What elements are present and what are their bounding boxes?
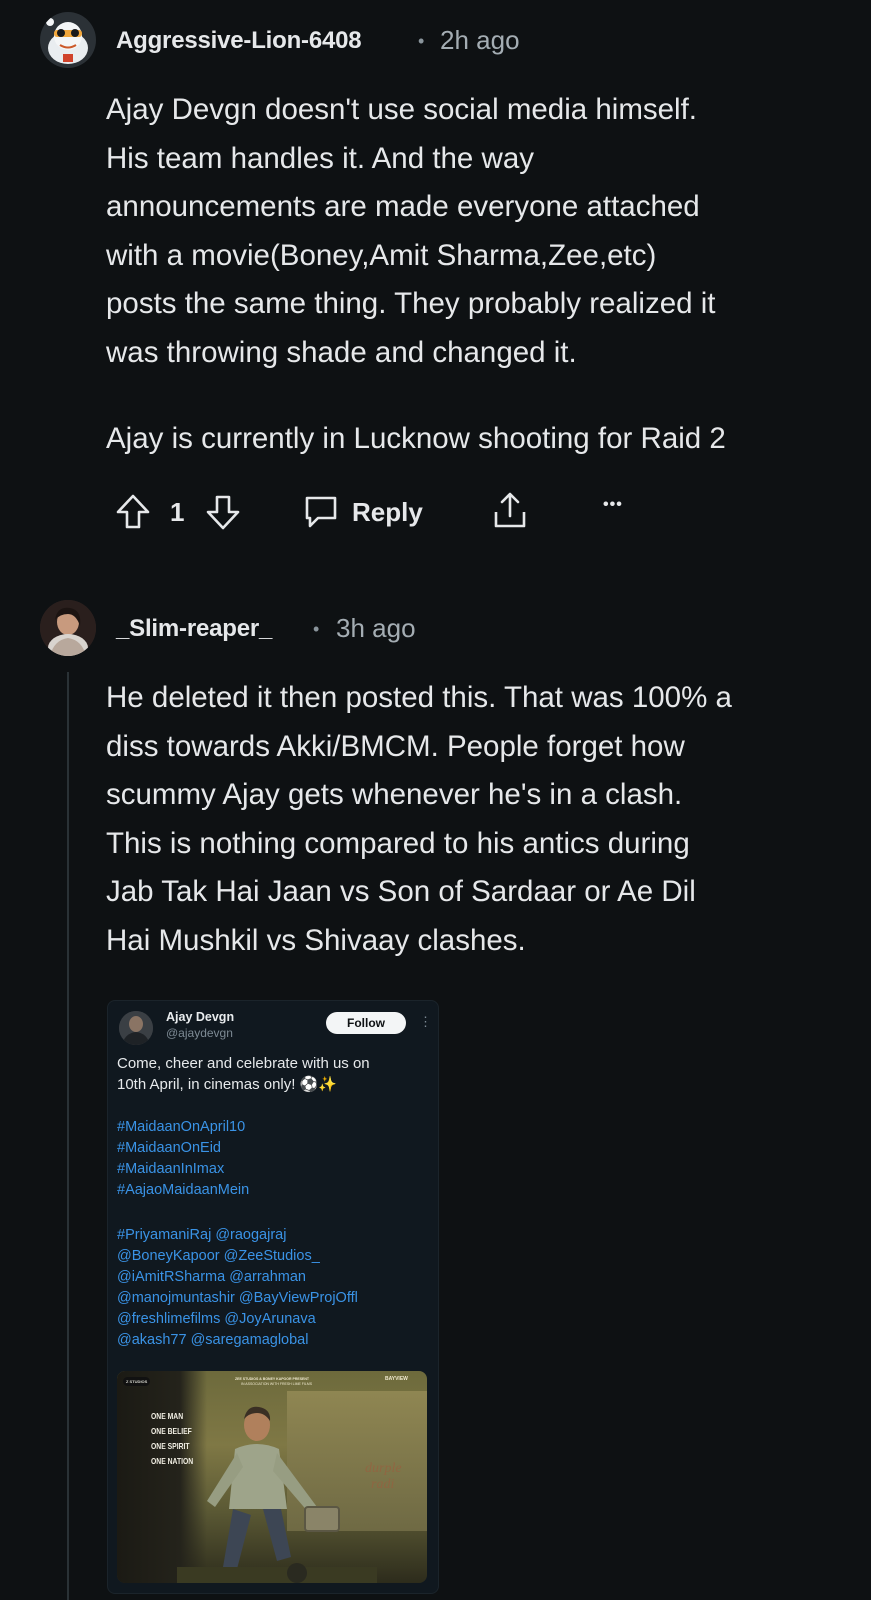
mention-line: @manojmuntashir @BayViewProjOffl bbox=[117, 1290, 358, 1306]
reply-label: Reply bbox=[352, 496, 423, 527]
mention-line: @akash77 @saregamaglobal bbox=[117, 1332, 309, 1348]
comment-line: Ajay is currently in Lucknow shooting fo… bbox=[106, 422, 726, 455]
mention-line: #PriyamaniRaj @raogajraj bbox=[117, 1227, 287, 1243]
comment-line: Jab Tak Hai Jaan vs Son of Sardaar or Ae… bbox=[106, 875, 696, 908]
avatar-slim-reaper[interactable] bbox=[40, 600, 96, 656]
poster-studio-badge: Z STUDIOS bbox=[123, 1377, 151, 1386]
comment-line: announcements are made everyone attached bbox=[106, 190, 700, 223]
tweet-hashtags: #MaidaanOnApril10 #MaidaanOnEid #Maidaan… bbox=[117, 1117, 432, 1201]
tweet-mentions: #PriyamaniRaj @raogajraj @BoneyKapoor @Z… bbox=[117, 1225, 432, 1351]
comment-author[interactable]: Aggressive-Lion-6408 bbox=[116, 27, 362, 55]
tweet-menu-icon: ⋮ bbox=[419, 1014, 432, 1029]
comment-body: Ajay Devgn doesn't use social media hims… bbox=[106, 86, 846, 464]
comment-line: Ajay Devgn doesn't use social media hims… bbox=[106, 93, 698, 126]
snoo-avatar-icon bbox=[46, 18, 88, 64]
hashtag: #MaidaanOnEid bbox=[117, 1140, 221, 1156]
comment-line: posts the same thing. They probably real… bbox=[106, 287, 716, 320]
reply-button[interactable]: Reply bbox=[302, 487, 423, 537]
meta-separator: • bbox=[313, 619, 320, 639]
embedded-tweet-image[interactable]: Ajay Devgn @ajaydevgn Follow ⋮ Come, che… bbox=[107, 1000, 439, 1594]
share-button[interactable] bbox=[490, 490, 530, 532]
comment-line: He deleted it then posted this. That was… bbox=[106, 681, 732, 714]
comment-body: He deleted it then posted this. That was… bbox=[106, 674, 846, 965]
comment-action-bar: 1 bbox=[114, 487, 242, 537]
poster-top-credit: ZEE STUDIOS & BONEY KAPOOR PRESENT bbox=[235, 1377, 310, 1381]
tweet-author-handle: @ajaydevgn bbox=[166, 1026, 233, 1040]
comment-line: His team handles it. And the way bbox=[106, 141, 534, 175]
comment-line: This is nothing compared to his antics d… bbox=[106, 826, 690, 860]
profile-photo-icon bbox=[119, 1011, 153, 1045]
more-options-button[interactable]: ••• bbox=[603, 496, 623, 514]
thread-line[interactable] bbox=[67, 672, 69, 1600]
hashtag: #MaidaanInImax bbox=[117, 1161, 225, 1177]
reply-icon bbox=[302, 492, 340, 532]
hashtag: #AajaoMaidaanMein bbox=[117, 1182, 250, 1198]
tweet-text-line: Come, cheer and celebrate with us on bbox=[117, 1055, 370, 1072]
avatar-aggressive-lion[interactable] bbox=[40, 12, 96, 68]
hashtag: #MaidaanOnApril10 bbox=[117, 1119, 246, 1135]
tweet-author-name: Ajay Devgn bbox=[166, 1010, 235, 1024]
comment-line: Hai Mushkil vs Shivaay clashes. bbox=[106, 923, 526, 957]
comment-timestamp: 3h ago bbox=[336, 613, 416, 643]
meta-separator: • bbox=[418, 31, 425, 51]
comment-timestamp: 2h ago bbox=[440, 25, 520, 55]
user-photo-avatar bbox=[40, 600, 96, 656]
comment-line: with a movie(Boney,Amit Sharma,Zee,etc) bbox=[106, 238, 657, 272]
comment-line: was throwing shade and changed it. bbox=[106, 335, 577, 369]
tweet-avatar bbox=[119, 1011, 153, 1045]
tweet-text-line: 10th April, in cinemas only! ⚽✨ bbox=[117, 1076, 337, 1093]
comment-line: diss towards Akki/BMCM. People forget ho… bbox=[106, 729, 685, 763]
upvote-icon[interactable] bbox=[114, 492, 152, 532]
comment-author[interactable]: _Slim-reaper_ bbox=[116, 615, 272, 643]
poster-brand-right: BAYVIEW bbox=[385, 1376, 408, 1382]
mention-line: @freshlimefilms @JoyArunava bbox=[117, 1311, 316, 1327]
mention-line: @BoneyKapoor @ZeeStudios_ bbox=[117, 1248, 320, 1264]
comment-line: scummy Ajay gets whenever he's in a clas… bbox=[106, 778, 683, 811]
tweet-text: Come, cheer and celebrate with us on 10t… bbox=[117, 1053, 432, 1095]
poster-running-man-illustration bbox=[177, 1406, 377, 1583]
mention-line: @iAmitRSharma @arrahman bbox=[117, 1269, 306, 1285]
downvote-icon[interactable] bbox=[204, 492, 242, 532]
share-icon bbox=[494, 492, 526, 528]
movie-poster-image: Z STUDIOS ZEE STUDIOS & BONEY KAPOOR PRE… bbox=[117, 1371, 427, 1583]
follow-button: Follow bbox=[326, 1012, 406, 1034]
poster-top-credit-2: IN ASSOCIATION WITH FRESH LIME FILMS bbox=[241, 1382, 313, 1386]
vote-count: 1 bbox=[170, 496, 185, 527]
